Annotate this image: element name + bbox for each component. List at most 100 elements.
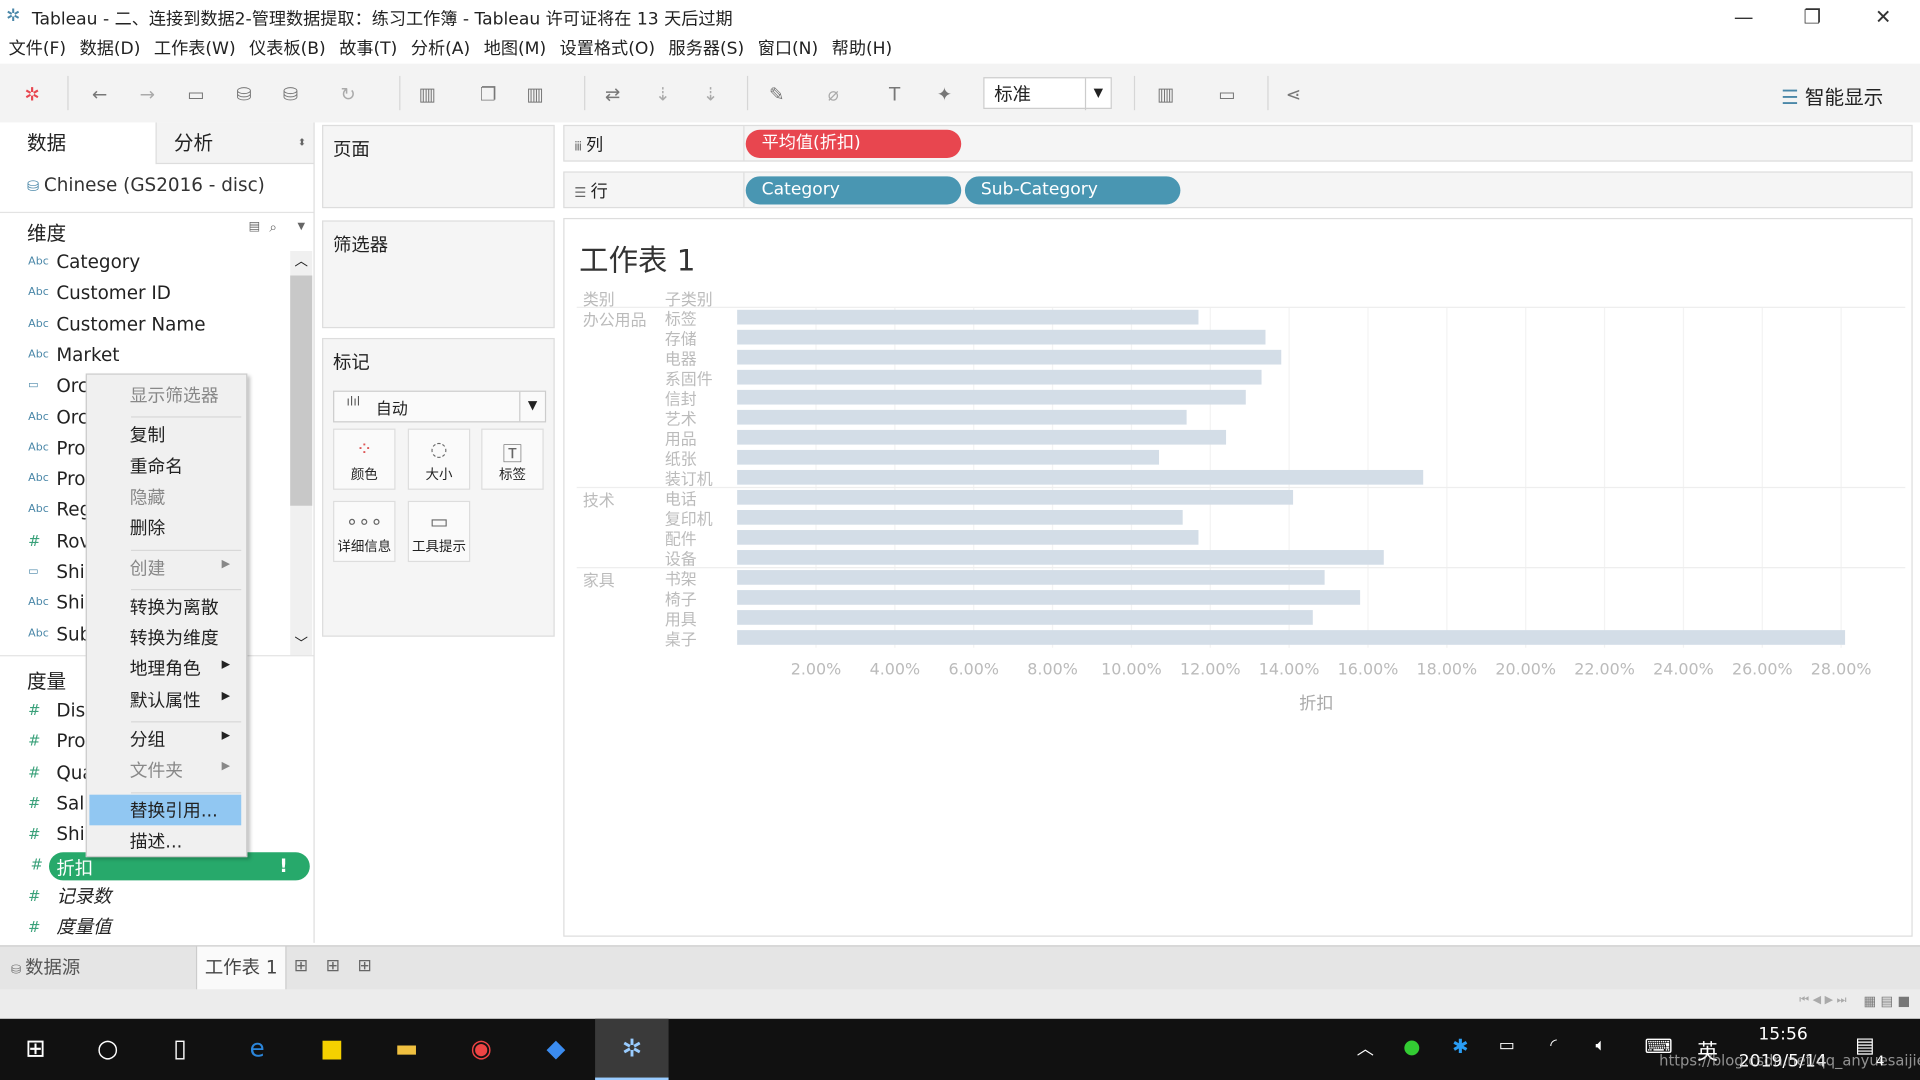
- field-measure-values[interactable]: # 度量值: [0, 912, 289, 943]
- mark-type-select[interactable]: ılıl 自动 ▼: [333, 390, 547, 423]
- menu-item[interactable]: 帮助(H): [832, 34, 893, 63]
- bar[interactable]: [737, 309, 1199, 325]
- tray-chevron-icon[interactable]: ︿: [1357, 1036, 1374, 1060]
- chrome-icon[interactable]: ◉: [457, 1033, 506, 1062]
- menu-item[interactable]: 窗口(N): [758, 34, 818, 63]
- dimensions-scrollbar[interactable]: ︿ ﹀: [290, 251, 313, 656]
- bar[interactable]: [737, 329, 1266, 345]
- context-menu-item[interactable]: 复制: [130, 422, 240, 448]
- bar[interactable]: [737, 550, 1384, 565]
- tab-data[interactable]: 数据: [0, 122, 156, 164]
- label-button[interactable]: 🅃 标签: [481, 428, 544, 490]
- filters-card[interactable]: 筛选器: [322, 220, 555, 329]
- context-menu-item[interactable]: 文件夹 ▶: [130, 757, 240, 783]
- tab-analysis[interactable]: 分析 ⬍: [155, 122, 314, 165]
- pill-category[interactable]: Category: [745, 176, 962, 205]
- pin-icon[interactable]: ✦: [937, 83, 952, 105]
- new-datasource-icon[interactable]: ⛁: [236, 83, 251, 105]
- bar[interactable]: [737, 409, 1187, 425]
- context-menu-item[interactable]: 默认属性 ▶: [130, 687, 240, 713]
- list-view-icon[interactable]: ▤: [249, 220, 261, 233]
- dimension-field[interactable]: Abc Market: [0, 340, 289, 371]
- new-worksheet-icon[interactable]: ▥: [419, 83, 436, 105]
- scroll-down-icon[interactable]: ﹀: [290, 633, 312, 653]
- pill-avg-discount[interactable]: 平均值(折扣): [745, 129, 962, 158]
- tab-worksheet-1[interactable]: 工作表 1: [195, 946, 287, 990]
- restore-button[interactable]: ❐: [1794, 5, 1831, 28]
- context-menu-item[interactable]: 重命名: [130, 453, 240, 479]
- sheet-nav-icons[interactable]: ⏮ ◀ ▶ ⏭: [1799, 994, 1846, 1006]
- field-record-count[interactable]: # 记录数: [0, 882, 289, 913]
- refresh-icon[interactable]: ↻: [340, 83, 355, 105]
- context-menu-item[interactable]: 转换为维度: [130, 625, 240, 651]
- tableau-taskbar-button[interactable]: ✲: [595, 1018, 669, 1080]
- context-menu-item[interactable]: 转换为离散: [130, 594, 240, 620]
- menu-item[interactable]: 数据(D): [80, 34, 141, 63]
- cortana-icon[interactable]: ○: [83, 1033, 132, 1062]
- sticky-notes-icon[interactable]: ■: [307, 1033, 356, 1062]
- bar[interactable]: [737, 349, 1282, 365]
- battery-icon[interactable]: ▭: [1499, 1036, 1515, 1056]
- clock-time[interactable]: 15:56: [1758, 1025, 1807, 1045]
- save-icon[interactable]: ▭: [187, 83, 204, 105]
- menu-item[interactable]: 服务器(S): [669, 34, 745, 63]
- dimension-field[interactable]: Abc Category: [0, 247, 289, 278]
- show-cards-icon[interactable]: ▥: [1157, 83, 1174, 105]
- tab-datasource[interactable]: ⛁ 数据源: [0, 947, 196, 990]
- columns-shelf[interactable]: ⅲ 列 平均值(折扣): [563, 124, 1913, 162]
- bar[interactable]: [737, 369, 1262, 385]
- menu-item[interactable]: 地图(M): [484, 34, 546, 63]
- bar[interactable]: [737, 590, 1361, 605]
- context-menu-item[interactable]: 隐藏: [130, 484, 240, 510]
- chevron-down-icon[interactable]: ▼: [298, 220, 306, 231]
- new-dashboard-icon[interactable]: ⊞: [326, 956, 340, 976]
- menu-item[interactable]: 工作表(W): [154, 34, 236, 63]
- context-menu-item[interactable]: 创建 ▶: [130, 554, 240, 580]
- menu-item[interactable]: 设置格式(O): [560, 34, 655, 63]
- size-button[interactable]: ◌ 大小: [407, 428, 471, 490]
- scroll-up-icon[interactable]: ︿: [290, 251, 312, 271]
- context-menu-item[interactable]: 显示筛选器: [130, 382, 240, 408]
- presentation-icon[interactable]: ▭: [1218, 83, 1235, 105]
- bar[interactable]: [737, 530, 1199, 545]
- smart-show-button[interactable]: ☰ 智能显示: [1781, 81, 1883, 110]
- context-menu-item[interactable]: 地理角色 ▶: [130, 656, 240, 682]
- edge-icon[interactable]: e: [233, 1033, 282, 1062]
- dimension-field[interactable]: Abc Customer Name: [0, 309, 289, 340]
- sort-desc-icon[interactable]: ⇣: [703, 83, 718, 105]
- highlight-icon[interactable]: ✎: [769, 83, 784, 105]
- windows-start-icon[interactable]: ⊞: [11, 1033, 60, 1062]
- menu-item[interactable]: 分析(A): [411, 34, 470, 63]
- sort-asc-icon[interactable]: ⇣: [655, 83, 670, 105]
- minimize-button[interactable]: —: [1725, 5, 1762, 28]
- context-menu-item[interactable]: 删除: [130, 515, 240, 541]
- notification-center-icon[interactable]: ▤: [1855, 1033, 1875, 1057]
- pause-updates-icon[interactable]: ⛁: [283, 83, 298, 105]
- tableau-home-icon[interactable]: ✲: [24, 83, 39, 105]
- bar[interactable]: [737, 610, 1313, 625]
- search-icon[interactable]: ⌕: [269, 219, 277, 236]
- view-mode-icons[interactable]: ▦ ▤ ■: [1863, 993, 1910, 1009]
- app-tray-icon[interactable]: ✱: [1452, 1035, 1468, 1058]
- file-explorer-icon[interactable]: ▬: [382, 1033, 431, 1062]
- context-menu-item[interactable]: 描述...: [130, 828, 240, 854]
- bar[interactable]: [737, 510, 1183, 525]
- share-icon[interactable]: ⋖: [1286, 83, 1301, 105]
- bar[interactable]: [737, 489, 1294, 505]
- pages-card[interactable]: 页面: [322, 124, 555, 209]
- bar[interactable]: [737, 570, 1325, 585]
- close-button[interactable]: ✕: [1865, 5, 1902, 28]
- undo-icon[interactable]: ←: [92, 83, 107, 105]
- pill-sub-category[interactable]: Sub-Category: [964, 176, 1181, 205]
- scroll-thumb[interactable]: [290, 275, 313, 506]
- menu-item[interactable]: 故事(T): [339, 34, 397, 63]
- wechat-icon[interactable]: ●: [1403, 1035, 1420, 1058]
- wifi-icon[interactable]: ◜: [1550, 1036, 1557, 1056]
- menu-item[interactable]: 文件(F): [9, 34, 67, 63]
- bar[interactable]: [737, 469, 1424, 485]
- swap-icon[interactable]: ⇄: [605, 83, 620, 105]
- new-story-icon[interactable]: ⊞: [358, 956, 372, 976]
- detail-button[interactable]: ∘∘∘ 详细信息: [333, 500, 396, 563]
- tooltip-button[interactable]: ▭ 工具提示: [407, 500, 471, 563]
- context-menu-item[interactable]: 替换引用...: [130, 797, 240, 823]
